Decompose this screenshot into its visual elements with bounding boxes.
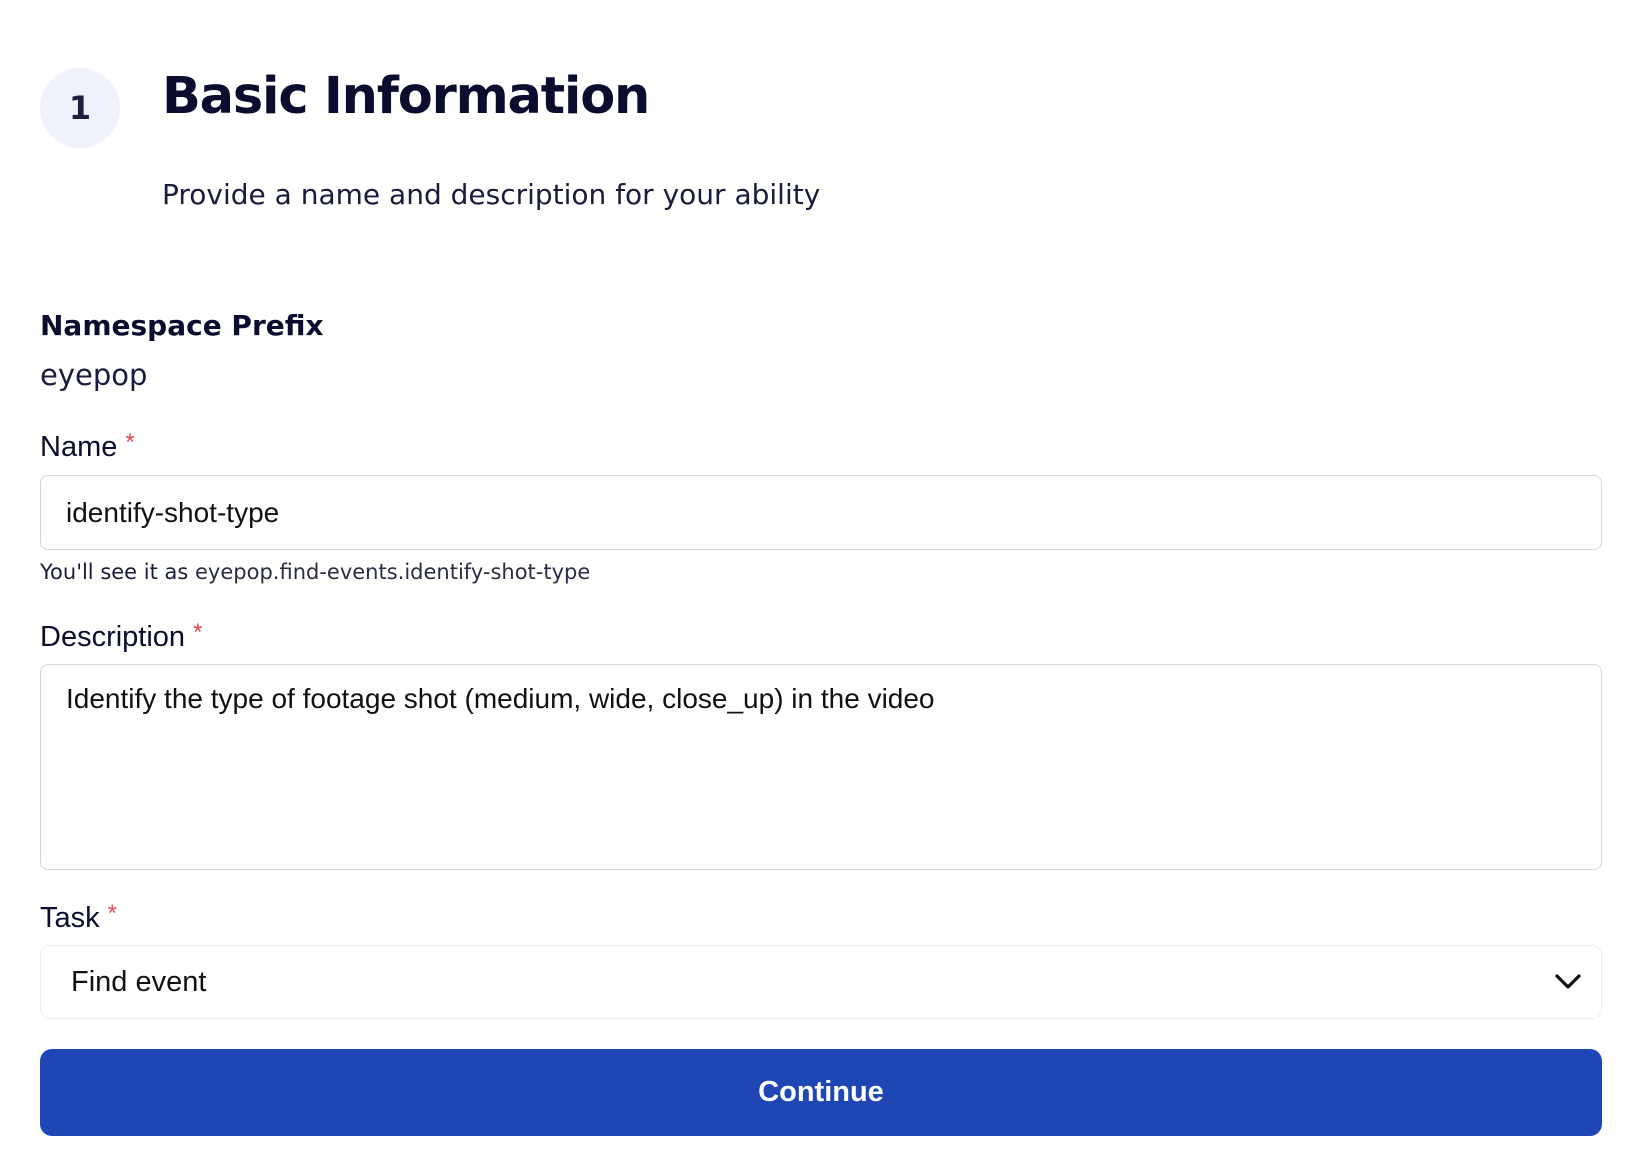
step-header: 1 Basic Information Provide a name and d… (40, 0, 1602, 250)
name-field-label: Name * (40, 429, 135, 464)
page-title: Basic Information (162, 67, 650, 126)
required-marker: * (107, 900, 117, 927)
continue-button[interactable]: Continue (40, 1049, 1602, 1136)
chevron-down-icon (1553, 967, 1583, 997)
name-preview-hint: You'll see it as eyepop.find-events.iden… (40, 560, 590, 584)
basic-information-form: 1 Basic Information Provide a name and d… (40, 0, 1602, 1136)
step-number-badge: 1 (40, 68, 120, 148)
name-input[interactable] (40, 475, 1602, 550)
hint-full-name: eyepop.find-events.identify-shot-type (195, 560, 591, 584)
description-textarea[interactable]: Identify the type of footage shot (mediu… (40, 664, 1602, 870)
description-label-text: Description (40, 621, 186, 653)
required-marker: * (125, 429, 135, 456)
namespace-prefix-label: Namespace Prefix (40, 309, 324, 342)
namespace-prefix-value: eyepop (40, 358, 148, 392)
name-label-text: Name (40, 431, 118, 463)
task-selected-value: Find event (71, 965, 207, 998)
task-label-text: Task (40, 902, 100, 934)
hint-prefix: You'll see it as (40, 560, 189, 584)
task-select[interactable]: Find event (40, 945, 1602, 1019)
page-subtitle: Provide a name and description for your … (162, 178, 821, 211)
task-field-label: Task * (40, 900, 117, 935)
description-field-label: Description * (40, 619, 203, 654)
required-marker: * (193, 619, 203, 646)
